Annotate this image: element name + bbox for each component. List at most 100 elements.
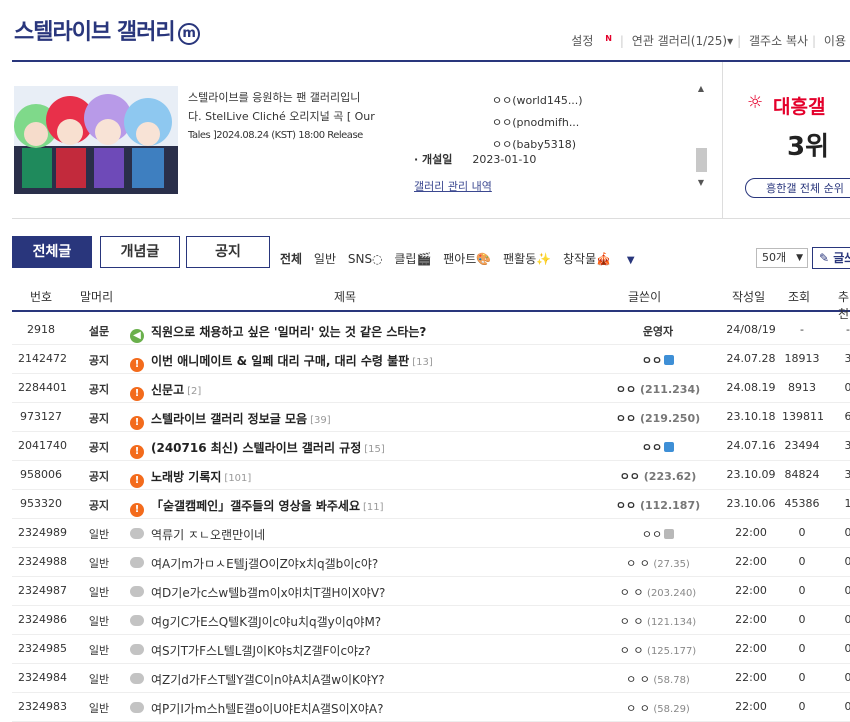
post-title-text[interactable]: 「숟갤캠페인」갤주들의 영상을 봐주세요 xyxy=(151,499,360,513)
post-writer[interactable]: ㅇㅇ (223.62) xyxy=(598,468,718,484)
table-row[interactable]: 958006 공지! 노래방 기록지 [101] ㅇㅇ (223.62) 23.10.09… xyxy=(12,460,850,490)
category-creation[interactable]: 창작물🎪 xyxy=(563,252,611,266)
reply-count[interactable]: [13] xyxy=(412,357,433,368)
reply-count[interactable]: [39] xyxy=(310,415,331,426)
write-button[interactable]: ✎ 글쓰기 xyxy=(812,247,850,269)
table-row[interactable]: 2041740 공지! (240716 최신) 스텔라이브 갤러리 규정 [15] ㅇㅇ… xyxy=(12,431,850,461)
post-writer[interactable]: ㅇ ㅇ (58.29) xyxy=(598,700,718,716)
table-row[interactable]: 2142472 공지! 이번 애니메이트 & 일페 대리 구매, 대리 수령 불판[… xyxy=(12,344,850,374)
post-writer[interactable]: 운영자 xyxy=(598,323,718,339)
related-gallery-dropdown[interactable]: 연관 갤러리(1/25)▾ xyxy=(632,34,733,48)
post-writer[interactable]: ㅇㅇ (211.234) xyxy=(598,381,718,397)
post-title[interactable]: ! 「숟갤캠페인」갤주들의 영상을 봐주세요 [11] xyxy=(130,497,600,517)
gallery-title-text[interactable]: 스텔라이브 갤러리 xyxy=(14,20,176,45)
post-title[interactable]: ! 노래방 기록지 [101] xyxy=(130,468,600,488)
table-row[interactable]: 2324989 일반 역류기 ㅈㄴ오랜만이네 ㅇㅇ 22:00 0 0 xyxy=(12,518,850,548)
post-title-text[interactable]: 여g기C가E스Q텔K갤J이c야u치q갤y이q야M? xyxy=(151,615,381,629)
writer-nick[interactable]: ㅇㅇ xyxy=(620,470,640,483)
post-title-text[interactable]: 여A기m가ㅁㅅE텔j갤O이Z야x치q갤b이c야? xyxy=(151,557,378,571)
writer-nick[interactable]: ㅇㅇ xyxy=(642,354,662,367)
reply-count[interactable]: [2] xyxy=(187,386,201,397)
category-general[interactable]: 일반 xyxy=(314,252,336,266)
rank-all-button[interactable]: 흥한갤 전체 순위 xyxy=(745,178,850,198)
table-row[interactable]: 953320 공지! 「숟갤캠페인」갤주들의 영상을 봐주세요 [11] ㅇㅇ (112… xyxy=(12,489,850,519)
category-clip[interactable]: 클립🎬 xyxy=(394,252,431,266)
post-title[interactable]: 여P기I가m스h텔E갤o이U야E치A갤S이X야A? xyxy=(130,700,600,717)
table-row[interactable]: 2324986 일반 여g기C가E스Q텔K갤J이c야u치q갤y이q야M? ㅇ ㅇ (1… xyxy=(12,605,850,635)
gallery-title[interactable]: 스텔라이브 갤러리 m xyxy=(14,14,200,46)
reply-count[interactable]: [101] xyxy=(224,473,251,484)
category-fan-activity[interactable]: 팬활동✨ xyxy=(503,252,551,266)
post-title[interactable]: 여Z기d가F스T텔Y갤C이n야A치A갤w이K야Y? xyxy=(130,671,600,688)
post-title[interactable]: ◀ 직원으로 채용하고 싶은 '일머리' 있는 것 같은 스타는? xyxy=(130,323,600,343)
writer-nick[interactable]: ㅇ ㅇ xyxy=(620,644,644,657)
info-scrollbar[interactable]: ▲ ▼ xyxy=(693,84,709,192)
post-title-text[interactable]: 여Z기d가F스T텔Y갤C이n야A치A갤w이K야Y? xyxy=(151,673,385,687)
category-sns[interactable]: SNS◌ xyxy=(348,252,383,266)
post-writer[interactable]: ㅇㅇ (219.250) xyxy=(598,410,718,426)
post-title-text[interactable]: 이번 애니메이트 & 일페 대리 구매, 대리 수령 불판 xyxy=(151,354,409,368)
table-row[interactable]: 973127 공지! 스텔라이브 갤러리 정보글 모음 [39] ㅇㅇ (219.250… xyxy=(12,402,850,432)
writer-nick[interactable]: ㅇ ㅇ xyxy=(626,673,650,686)
writer-nick[interactable]: ㅇㅇ xyxy=(642,441,662,454)
post-writer[interactable]: ㅇ ㅇ (58.78) xyxy=(598,671,718,687)
writer-nick[interactable]: ㅇㅇ xyxy=(616,383,636,396)
scroll-thumb[interactable] xyxy=(696,148,707,172)
scroll-up-icon[interactable]: ▲ xyxy=(693,84,709,93)
post-writer[interactable]: ㅇ ㅇ (121.134) xyxy=(598,613,718,629)
writer-nick[interactable]: ㅇ ㅇ xyxy=(620,586,644,599)
post-title-text[interactable]: 스텔라이브 갤러리 정보글 모음 xyxy=(151,412,307,426)
post-title[interactable]: ! (240716 최신) 스텔라이브 갤러리 규정 [15] xyxy=(130,439,600,459)
reply-count[interactable]: [15] xyxy=(364,444,385,455)
post-writer[interactable]: ㅇ ㅇ (125.177) xyxy=(598,642,718,658)
manager-item[interactable]: ㅇㅇ(pnodmifh... xyxy=(492,112,583,134)
copy-address-link[interactable]: 갤주소 복사 xyxy=(749,34,808,48)
post-title[interactable]: 여D기e가c스w텔b갤m이x야l치T갤H이X야V? xyxy=(130,584,600,601)
category-fanart[interactable]: 팬아트🎨 xyxy=(443,252,491,266)
writer-nick[interactable]: 운영자 xyxy=(643,325,673,338)
post-title[interactable]: ! 신문고 [2] xyxy=(130,381,600,401)
post-writer[interactable]: ㅇㅇ xyxy=(598,352,718,368)
table-row[interactable]: 2324984 일반 여Z기d가F스T텔Y갤C이n야A치A갤w이K야Y? ㅇ ㅇ (5… xyxy=(12,663,850,693)
post-title[interactable]: 여A기m가ㅁㅅE텔j갤O이Z야x치q갤b이c야? xyxy=(130,555,600,572)
tab-recommended[interactable]: 개념글 xyxy=(100,236,180,268)
post-title-text[interactable]: 여S기T가F스L텔L갤J이K야s치Z갤F이c야z? xyxy=(151,644,371,658)
usage-link[interactable]: 이용 xyxy=(824,34,846,48)
writer-nick[interactable]: ㅇ ㅇ xyxy=(620,615,644,628)
writer-nick[interactable]: ㅇㅇ xyxy=(616,412,636,425)
tab-all[interactable]: 전체글 xyxy=(12,236,92,268)
table-row[interactable]: 2324983 일반 여P기I가m스h텔E갤o이U야E치A갤S이X야A? ㅇ ㅇ (5… xyxy=(12,692,850,722)
post-writer[interactable]: ㅇ ㅇ (203.240) xyxy=(598,584,718,600)
post-title[interactable]: 여g기C가E스Q텔K갤J이c야u치q갤y이q야M? xyxy=(130,613,600,630)
post-title-text[interactable]: 노래방 기록지 xyxy=(151,470,221,484)
post-title-text[interactable]: 여P기I가m스h텔E갤o이U야E치A갤S이X야A? xyxy=(151,702,383,716)
gallery-history-link[interactable]: 갤러리 관리 내역 xyxy=(414,178,492,194)
post-title[interactable]: 여S기T가F스L텔L갤J이K야s치Z갤F이c야z? xyxy=(130,642,600,659)
post-writer[interactable]: ㅇㅇ xyxy=(598,439,718,455)
table-row[interactable]: 2324988 일반 여A기m가ㅁㅅE텔j갤O이Z야x치q갤b이c야? ㅇ ㅇ (27… xyxy=(12,547,850,577)
table-row[interactable]: 2324987 일반 여D기e가c스w텔b갤m이x야l치T갤H이X야V? ㅇ ㅇ (2… xyxy=(12,576,850,606)
category-more-icon[interactable]: ▼ xyxy=(627,255,635,266)
post-title[interactable]: ! 스텔라이브 갤러리 정보글 모음 [39] xyxy=(130,410,600,430)
post-writer[interactable]: ㅇ ㅇ (27.35) xyxy=(598,555,718,571)
post-title-text[interactable]: 여D기e가c스w텔b갤m이x야l치T갤H이X야V? xyxy=(151,586,385,600)
manager-item[interactable]: ㅇㅇ(world145...) xyxy=(492,90,583,112)
writer-nick[interactable]: ㅇ ㅇ xyxy=(626,557,650,570)
post-writer[interactable]: ㅇㅇ (112.187) xyxy=(598,497,718,513)
table-row[interactable]: 2284401 공지! 신문고 [2] ㅇㅇ (211.234) 24.08.19 8913… xyxy=(12,373,850,403)
writer-nick[interactable]: ㅇㅇ xyxy=(616,499,636,512)
scroll-down-icon[interactable]: ▼ xyxy=(693,178,709,187)
post-title-text[interactable]: 직원으로 채용하고 싶은 '일머리' 있는 것 같은 스타는? xyxy=(151,325,426,339)
table-row[interactable]: 2918 설문 ◀ 직원으로 채용하고 싶은 '일머리' 있는 것 같은 스타는? 운영… xyxy=(12,315,850,345)
category-all[interactable]: 전체 xyxy=(280,252,302,266)
post-title-text[interactable]: 신문고 xyxy=(151,383,184,397)
settings-link[interactable]: 설정 N xyxy=(567,34,616,48)
reply-count[interactable]: [11] xyxy=(363,502,384,513)
post-writer[interactable]: ㅇㅇ xyxy=(598,526,718,542)
writer-nick[interactable]: ㅇㅇ xyxy=(642,528,662,541)
post-title-text[interactable]: (240716 최신) 스텔라이브 갤러리 규정 xyxy=(151,441,361,455)
tab-notice[interactable]: 공지 xyxy=(186,236,270,268)
post-title[interactable]: ! 이번 애니메이트 & 일페 대리 구매, 대리 수령 불판 [13] xyxy=(130,352,600,372)
list-count-select[interactable]: 50개 ▼ xyxy=(756,248,808,268)
post-title-text[interactable]: 역류기 ㅈㄴ오랜만이네 xyxy=(151,528,265,542)
